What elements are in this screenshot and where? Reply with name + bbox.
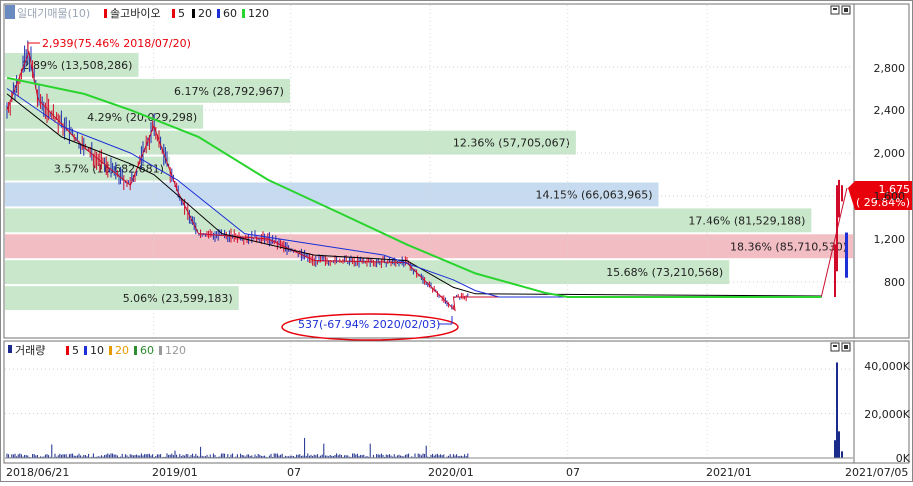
stock-name: 솔고바이오 xyxy=(110,7,161,20)
volume-profile-label: 3.57% (16,682,681) xyxy=(54,163,164,176)
volume-panel-icon xyxy=(8,345,12,353)
low-annotation-text: 537(-67.94% 2020/02/03) xyxy=(298,318,440,331)
high-annotation-text: 2,939(75.46% 2018/07/20) xyxy=(42,37,191,50)
x-tick-2019-01: 2019/01 xyxy=(152,466,198,479)
vma60-label: 60 xyxy=(140,344,154,357)
price-candle xyxy=(845,232,848,278)
price-tick-1200: 1,200 xyxy=(874,233,906,246)
price-legend: 일대기매물(10) 솔고바이오 5 20 60 120 xyxy=(5,5,269,20)
x-tick-2018-06-21: 2018/06/21 xyxy=(6,466,69,479)
price-tick-800: 800 xyxy=(884,276,905,289)
volume-bar xyxy=(838,431,840,458)
ma60-label: 60 xyxy=(223,7,237,20)
ma5-marker xyxy=(172,9,175,18)
vma20-marker xyxy=(109,346,112,355)
vma5-label: 5 xyxy=(72,344,79,357)
price-legend-prefix: 일대기매물(10) xyxy=(17,6,90,20)
volume-profile-label: 4.29% (20,029,298) xyxy=(87,111,197,124)
volume-close-inner-icon xyxy=(844,345,848,349)
volume-panel xyxy=(3,340,855,464)
x-tick-2021-07-05: 2021/07/05 xyxy=(845,466,908,479)
x-tick-2021-01: 2021/01 xyxy=(706,466,752,479)
volume-tick-40000k: 40,000K xyxy=(864,360,910,373)
stock-chart-canvas: 2.89% (13,508,286) 6.17% (28,792,967) 4.29… xyxy=(0,0,913,482)
ma20-label: 20 xyxy=(198,7,212,20)
ma120-marker xyxy=(242,9,245,18)
ma60-marker xyxy=(217,9,220,18)
x-tick-2020-07: 07 xyxy=(566,466,580,479)
volume-profile-label: 18.36% (85,710,530) xyxy=(730,240,847,253)
ma5-label: 5 xyxy=(178,7,185,20)
volume-bar xyxy=(836,362,838,458)
price-tick-2800: 2,800 xyxy=(874,62,906,75)
vma20-label: 20 xyxy=(115,344,129,357)
ma120-label: 120 xyxy=(248,7,269,20)
volume-profile-label: 5.06% (23,599,183) xyxy=(123,292,233,305)
volume-profile-label: 17.46% (81,529,188) xyxy=(688,214,805,227)
price-maximize-inner-icon xyxy=(833,8,837,10)
price-tick-1600: 1,600 xyxy=(874,190,906,203)
ma20-marker xyxy=(192,9,195,18)
high-annotation: 2,939(75.46% 2018/07/20) xyxy=(27,37,191,52)
volume-maximize-inner-icon xyxy=(833,345,837,347)
price-close-inner-icon xyxy=(844,8,848,12)
volume-profile-label: 15.68% (73,210,568) xyxy=(606,266,723,279)
stock-chart: 2.89% (13,508,286) 6.17% (28,792,967) 4.29… xyxy=(0,0,913,482)
vma60-marker xyxy=(134,346,137,355)
vma120-label: 120 xyxy=(165,344,186,357)
x-tick-2019-07: 07 xyxy=(287,466,301,479)
volume-legend-title: 거래량 xyxy=(15,344,45,357)
vma120-marker xyxy=(159,346,162,355)
stock-color-marker xyxy=(104,9,107,18)
volume-tick-20000k: 20,000K xyxy=(864,408,910,421)
vma10-marker xyxy=(84,346,87,355)
volume-profile-label: 2.89% (13,508,286) xyxy=(22,59,132,72)
vma10-label: 10 xyxy=(90,344,104,357)
volume-bar xyxy=(834,440,836,458)
price-panel-icon[interactable] xyxy=(5,5,15,19)
vma5-marker xyxy=(66,346,69,355)
x-tick-2020-01: 2020/01 xyxy=(428,466,474,479)
price-tick-2000: 2,000 xyxy=(874,147,906,160)
volume-bar xyxy=(841,451,843,458)
volume-profile-label: 12.36% (57,705,067) xyxy=(453,137,570,150)
volume-tick-0k: 0K xyxy=(896,452,911,465)
volume-profile-label: 6.17% (28,792,967) xyxy=(174,85,284,98)
volume-profile-label: 14.15% (66,063,965) xyxy=(536,188,653,201)
price-tick-2400: 2,400 xyxy=(874,104,906,117)
